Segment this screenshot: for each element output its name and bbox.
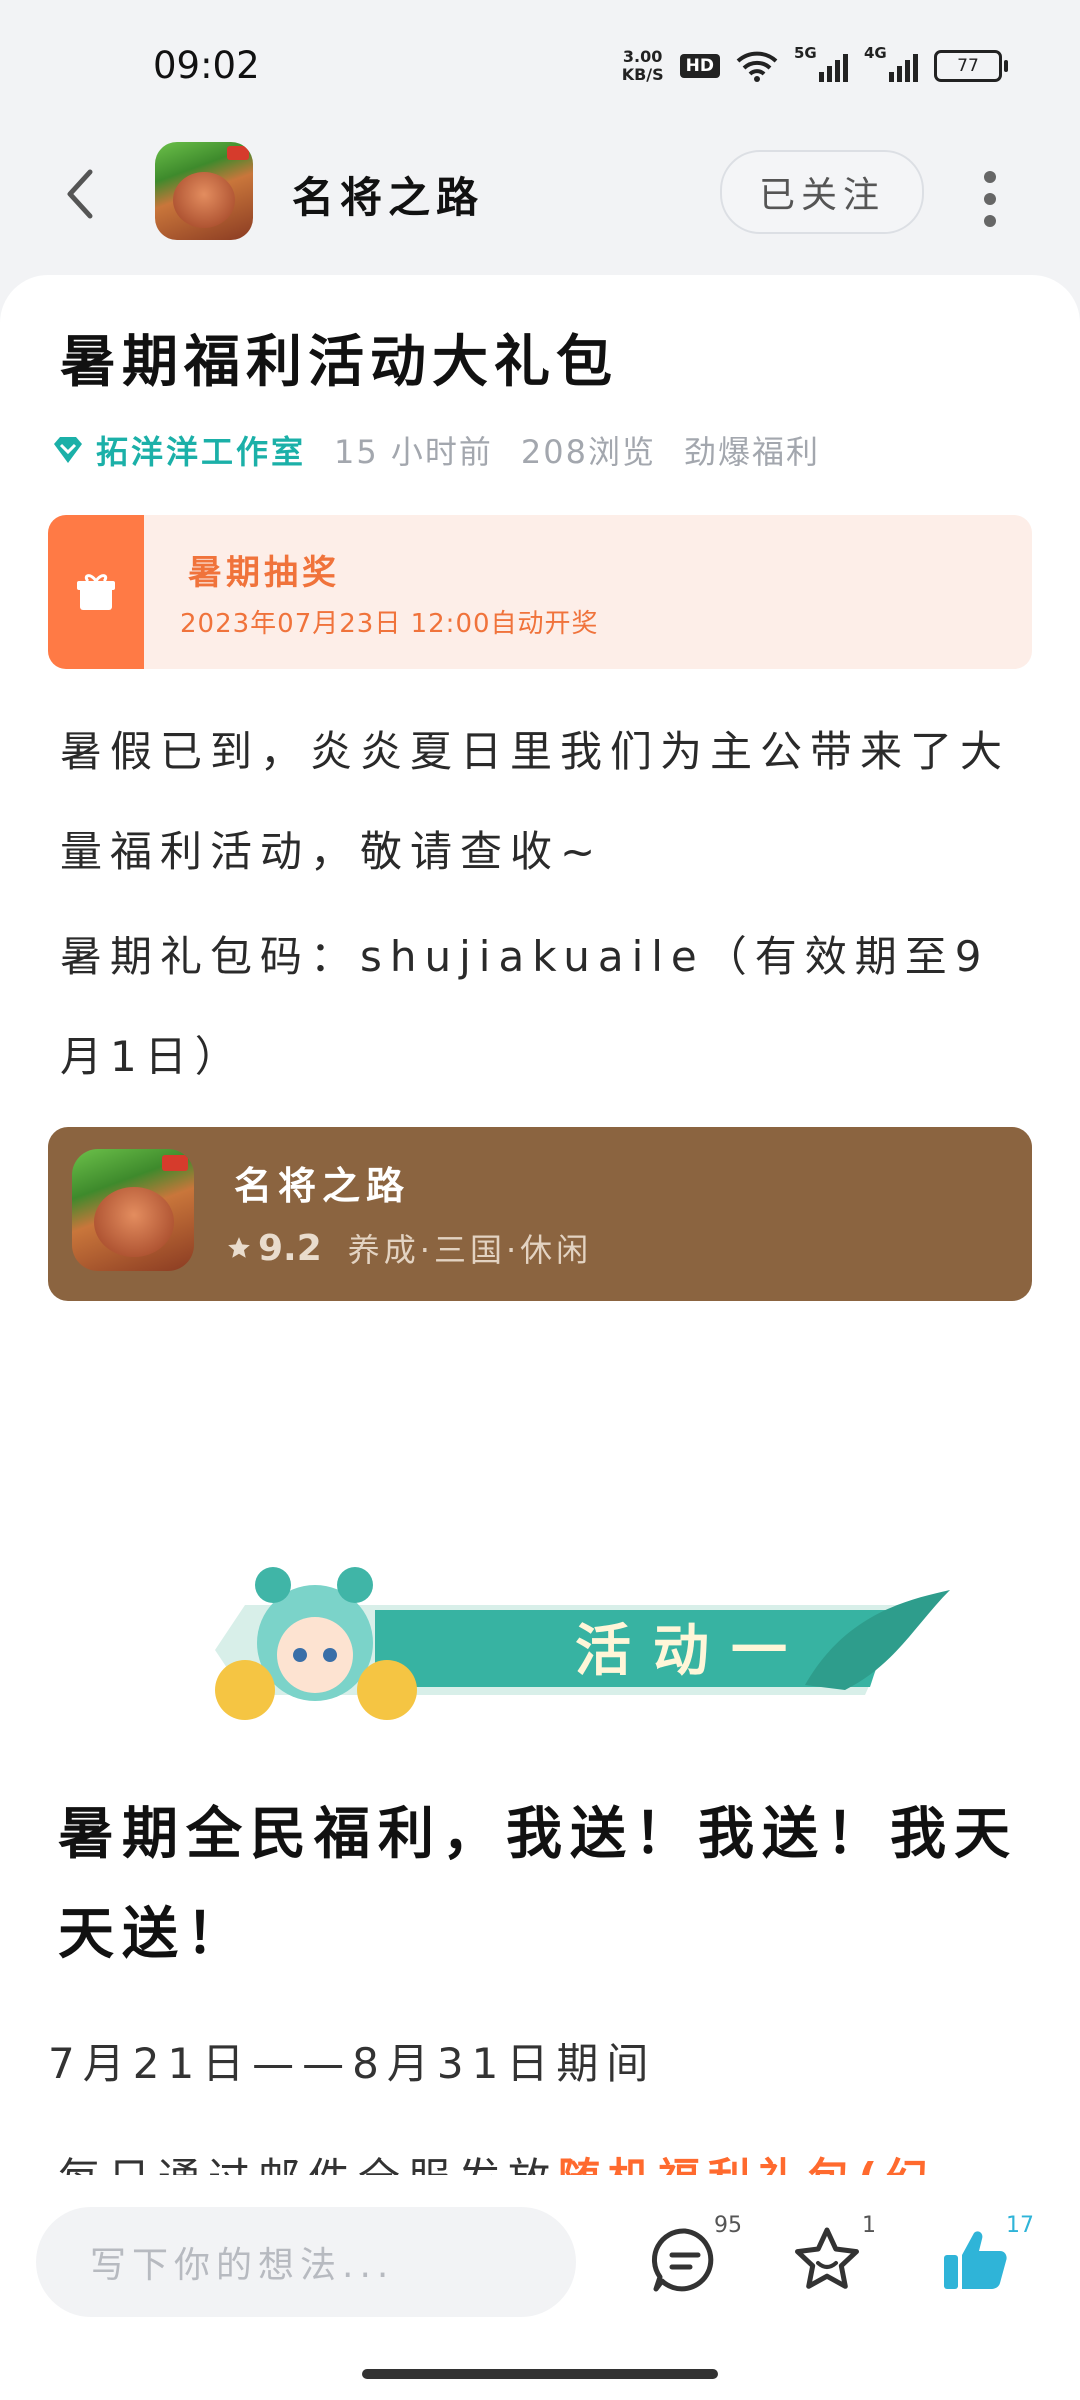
section-heading: 暑期全民福利，我送！我送！我天天送！ [58,1802,1018,1967]
game-rating: 9.2 养成·三国·休闲 [226,1225,592,1271]
star-icon [228,1237,250,1258]
follow-button[interactable]: 已关注 [720,150,924,234]
home-indicator[interactable] [362,2369,718,2379]
back-arrow-icon[interactable] [60,164,100,224]
gift-icon [77,574,115,610]
post-meta: 拓洋洋工作室 15 小时前 208浏览 劲爆福利 [50,427,848,473]
game-card[interactable]: 名将之路 9.2 养成·三国·休闲 [48,1127,1032,1301]
body-text-cut: 每日通过邮件全服发放随机福利礼包(幻 [58,2145,935,2175]
post-time: 15 小时前 [334,433,493,471]
comment-input[interactable]: 写下你的想法... [36,2207,576,2317]
wifi-icon [736,51,778,82]
comment-icon [651,2228,714,2292]
comment-count: 95 [714,2213,742,2238]
activity-banner: 活动一 [215,1567,950,1720]
network-speed: 3.00 KB/S [621,47,664,84]
signal-5g-icon: 5G [794,44,848,82]
game-avatar[interactable] [155,142,253,240]
view-count: 208浏览 [520,433,657,471]
favorite-count: 1 [862,2213,876,2238]
more-options-icon[interactable] [980,166,1000,227]
game-tags: 养成·三国·休闲 [347,1231,593,1269]
highlight-text: 随机福利礼包(幻 [558,2154,935,2175]
author-name[interactable]: 拓洋洋工作室 [96,427,306,473]
hd-icon: HD [679,54,720,78]
post-content: 暑期福利活动大礼包 拓洋洋工作室 15 小时前 208浏览 劲爆福利 暑期抽奖 … [0,275,1080,2175]
game-icon [72,1149,194,1271]
date-range: 7月21日——8月31日期间 [48,2039,657,2088]
signal-4g-icon: 4G [864,44,918,82]
lottery-card[interactable]: 暑期抽奖 2023年07月23日 12:00自动开奖 [48,515,1032,669]
battery-icon: 77 [934,50,1008,82]
like-count: 17 [1006,2213,1034,2238]
post-category: 劲爆福利 [684,433,821,471]
diamond-icon [54,437,82,463]
star-outline-icon [795,2227,859,2289]
nav-title[interactable]: 名将之路 [292,164,484,225]
status-time: 09:02 [153,44,260,87]
bottom-action-bar: 写下你的想法... 95 1 17 [0,2175,1080,2400]
svg-text:活动一: 活动一 [575,1619,809,1684]
post-title: 暑期福利活动大礼包 [60,330,618,395]
body-paragraph-2: 暑期礼包码：shujiakuaile（有效期至9月1日） [60,932,990,1081]
thumbs-up-icon [944,2231,1007,2289]
top-nav: 名将之路 已关注 [0,130,1080,260]
body-paragraph-1: 暑假已到，炎炎夏日里我们为主公带来了大量福利活动，敬请查收~ [60,727,1011,876]
game-name: 名将之路 [234,1164,411,1208]
favorite-button[interactable] [782,2215,872,2305]
status-icons: 3.00 KB/S HD 5G 4G 77 [621,44,1008,84]
lottery-title: 暑期抽奖 [188,553,340,593]
lottery-time: 2023年07月23日 12:00自动开奖 [180,609,599,639]
status-bar: 09:02 3.00 KB/S HD 5G 4G 77 [0,0,1080,130]
